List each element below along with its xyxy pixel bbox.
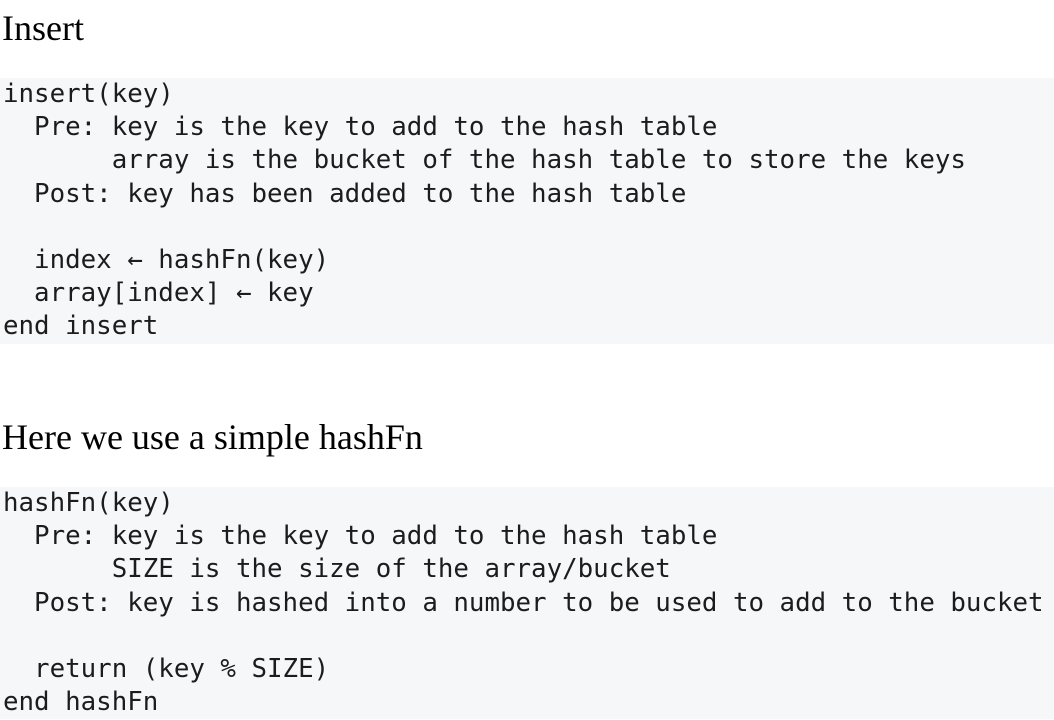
code-line: end insert xyxy=(3,311,159,342)
section-heading-hashfn: Here we use a simple hashFn xyxy=(2,417,423,457)
code-line: hashFn(key) xyxy=(3,488,174,518)
code-block-hashfn: hashFn(key) Pre: key is the key to add t… xyxy=(0,487,1054,720)
section-heading-insert: Insert xyxy=(2,8,84,48)
code-line: insert(key) xyxy=(3,79,174,109)
code-line: Post: key has been added to the hash tab… xyxy=(3,178,687,209)
code-line: return (key % SIZE) xyxy=(3,653,330,684)
code-line: index ← hashFn(key) xyxy=(3,244,330,275)
code-line: Pre: key is the key to add to the hash t… xyxy=(3,521,718,552)
code-line: end hashFn xyxy=(3,687,159,718)
code-line: array[index] ← key xyxy=(3,278,314,309)
code-line: SIZE is the size of the array/bucket xyxy=(3,554,671,585)
code-line: Pre: key is the key to add to the hash t… xyxy=(3,112,718,143)
code-line: array is the bucket of the hash table to… xyxy=(3,145,966,176)
code-block-insert: insert(key) Pre: key is the key to add t… xyxy=(0,78,1054,344)
code-line: Post: key is hashed into a number to be … xyxy=(3,587,1044,618)
